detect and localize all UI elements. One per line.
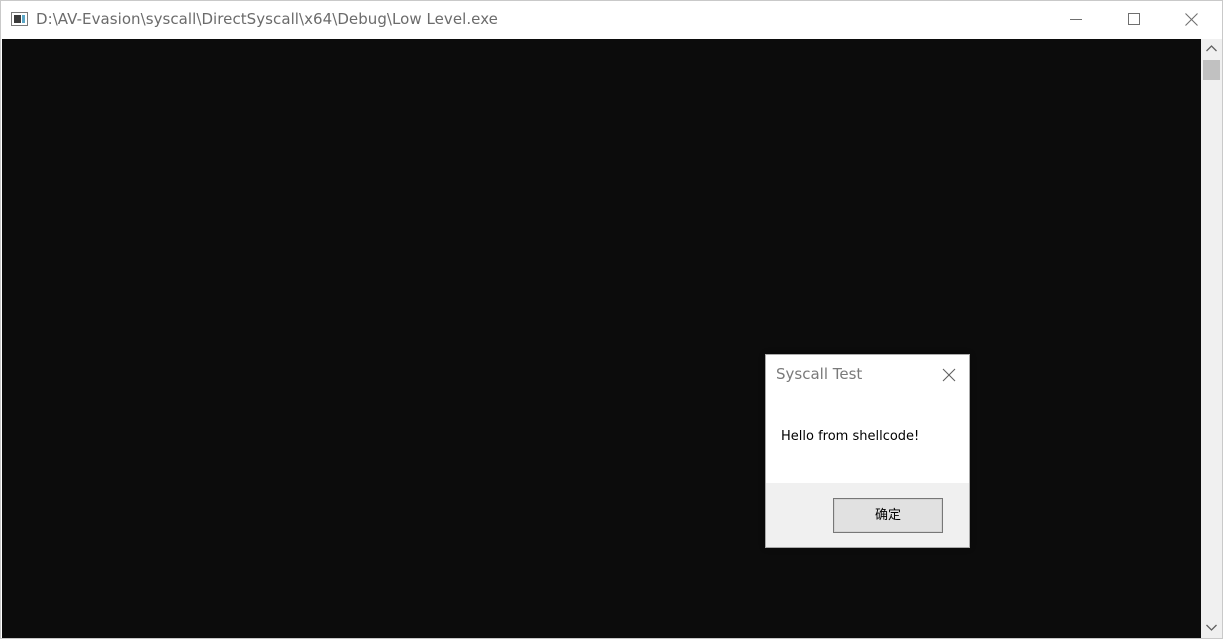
maximize-button[interactable] (1105, 1, 1163, 38)
dialog-title: Syscall Test (776, 365, 863, 383)
console-app-icon (11, 12, 28, 26)
minimize-button[interactable] (1047, 1, 1105, 38)
minimize-icon (1070, 19, 1082, 20)
arrow-up-icon (1206, 45, 1217, 52)
vertical-scrollbar[interactable] (1201, 39, 1222, 638)
scroll-down-button[interactable] (1201, 618, 1222, 638)
maximize-icon (1128, 13, 1140, 25)
console-output[interactable] (2, 39, 1201, 638)
arrow-down-icon (1206, 624, 1217, 631)
message-box: Syscall Test Hello from shellcode! 确定 (765, 354, 970, 548)
scroll-up-button[interactable] (1201, 39, 1222, 59)
ok-button[interactable]: 确定 (833, 498, 943, 533)
console-window: D:\AV-Evasion\syscall\DirectSyscall\x64\… (0, 0, 1223, 639)
close-icon (942, 368, 956, 382)
scroll-thumb[interactable] (1203, 60, 1220, 80)
close-window-button[interactable] (1163, 1, 1221, 38)
dialog-footer: 确定 (766, 483, 969, 547)
window-title: D:\AV-Evasion\syscall\DirectSyscall\x64\… (36, 10, 498, 28)
title-bar[interactable]: D:\AV-Evasion\syscall\DirectSyscall\x64\… (1, 1, 1222, 38)
close-icon (1185, 13, 1198, 26)
dialog-close-button[interactable] (942, 367, 956, 382)
dialog-message: Hello from shellcode! (781, 429, 920, 444)
